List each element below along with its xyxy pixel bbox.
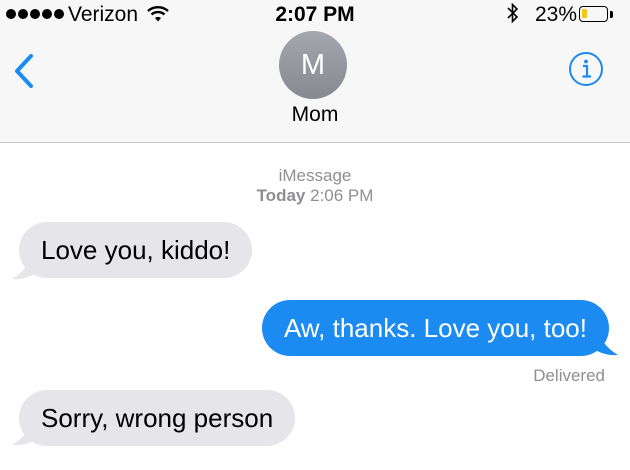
incoming-message-bubble[interactable]: Sorry, wrong person: [19, 390, 296, 446]
battery-percent: 23%: [535, 3, 578, 26]
bluetooth-icon: [506, 2, 520, 29]
battery-icon: [579, 6, 608, 22]
conversation-header: M Mom: [0, 30, 630, 143]
timestamp-time: 2:06 PM: [310, 186, 374, 205]
battery-terminal: [610, 11, 613, 18]
delivery-status: Delivered: [533, 366, 605, 385]
service-label: iMessage: [278, 166, 352, 185]
contact-name[interactable]: Mom: [0, 103, 630, 127]
message-timestamp: Today 2:06 PM: [0, 186, 630, 206]
avatar[interactable]: M: [279, 31, 347, 99]
chevron-left-icon[interactable]: [12, 53, 36, 94]
info-icon[interactable]: [568, 51, 604, 92]
battery-level: [582, 9, 587, 18]
outgoing-message-bubble[interactable]: Aw, thanks. Love you, too!: [261, 300, 609, 356]
timestamp-day: Today: [256, 186, 306, 205]
status-bar: Verizon 2:07 PM 23%: [0, 0, 630, 30]
incoming-message-bubble[interactable]: Love you, kiddo!: [19, 222, 253, 278]
